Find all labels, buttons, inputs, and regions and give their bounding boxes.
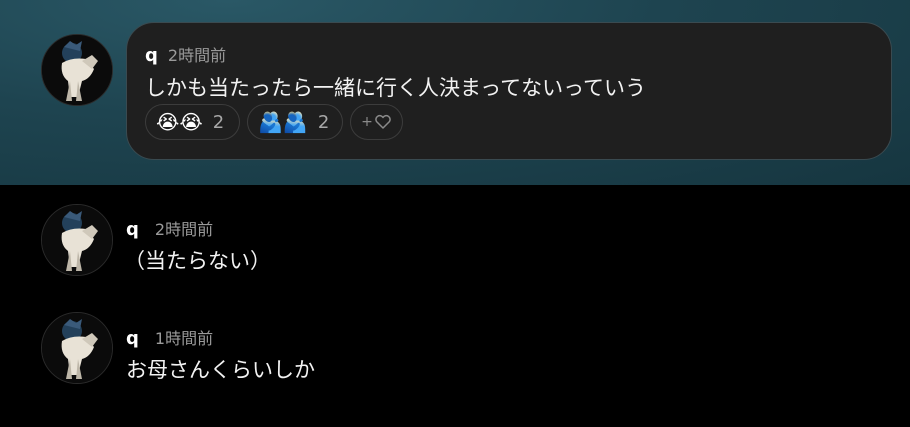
add-reaction-button[interactable]: + (350, 104, 403, 140)
comment-text: お母さんくらいしか (126, 358, 315, 382)
reaction-count: 2 (212, 111, 225, 133)
avatar-figure-icon (42, 35, 112, 105)
timestamp: 1時間前 (154, 329, 214, 348)
author-name[interactable]: q (145, 45, 158, 66)
plus-label: + (361, 114, 373, 130)
comment-header: q 1時間前 (126, 325, 213, 349)
timestamp: 2時間前 (154, 220, 214, 239)
reaction-chip-crying[interactable]: 😭😭 2 (145, 104, 240, 140)
heart-icon (375, 114, 391, 129)
avatar-figure-icon (42, 205, 112, 275)
author-name[interactable]: q (126, 219, 139, 240)
reaction-count: 2 (317, 111, 330, 133)
avatar[interactable] (41, 312, 113, 384)
avatar-figure-icon (42, 313, 112, 383)
comment-text: しかも当たったら一緒に行く人決まってないっていう (145, 76, 647, 100)
avatar[interactable] (41, 34, 113, 106)
hug-emoji-icon: 🫂🫂 (258, 110, 308, 134)
avatar[interactable] (41, 204, 113, 276)
timestamp: 2時間前 (167, 46, 227, 65)
comment-text: （当たらない） (124, 249, 271, 273)
reaction-chip-hug[interactable]: 🫂🫂 2 (247, 104, 343, 140)
crying-emoji-icon: 😭😭 (156, 110, 203, 134)
comment-header: q 2時間前 (126, 216, 213, 240)
comment-header: q 2時間前 (145, 42, 226, 66)
author-name[interactable]: q (126, 328, 139, 349)
